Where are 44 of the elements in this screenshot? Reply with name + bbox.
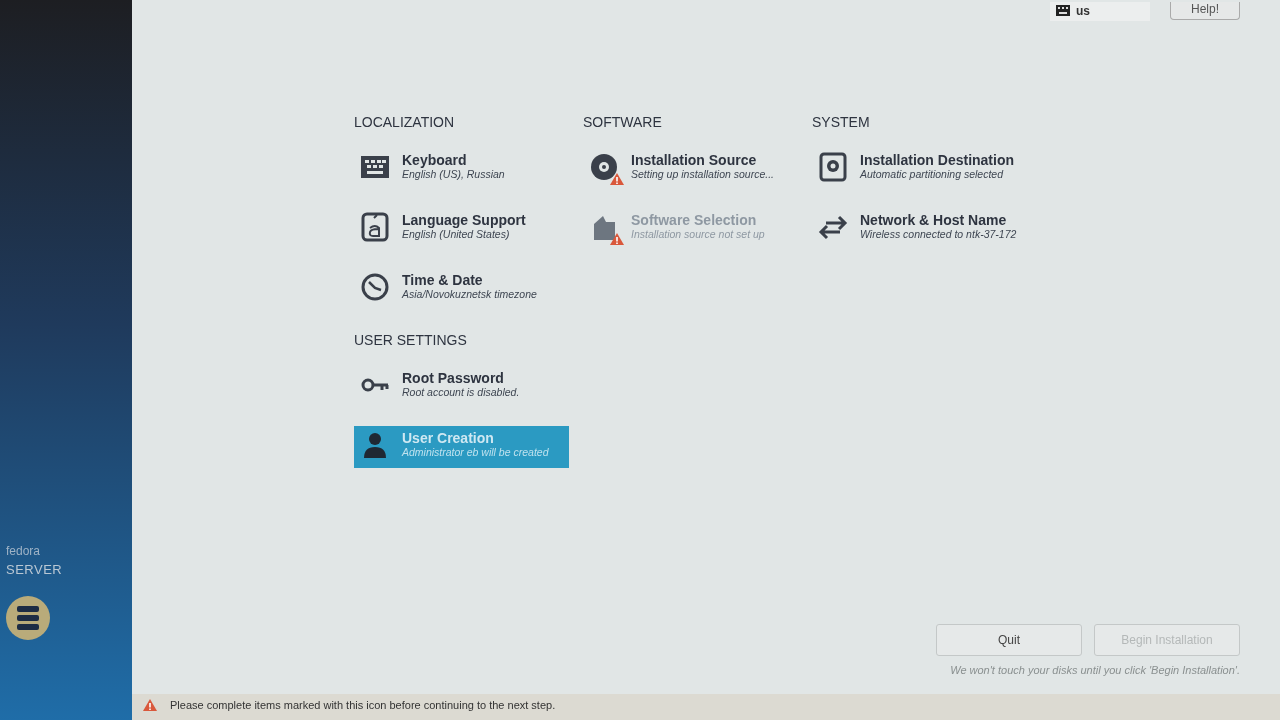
server-logo-icon	[6, 596, 50, 640]
spoke-status: English (United States)	[402, 228, 511, 240]
hub-spoke-button[interactable]: Installation Source Setting up installation source...	[583, 148, 798, 190]
section-heading: LOCALIZATION	[354, 114, 456, 130]
spoke-status: Setting up installation source...	[631, 168, 774, 180]
warning-icon	[142, 698, 158, 712]
hub-spoke-button[interactable]: Installation Destination Automatic partitioning selected	[812, 148, 1027, 190]
layout-label: us	[1075, 3, 1090, 18]
brand-name: fedora	[6, 545, 42, 557]
spoke-title: Software Selection	[631, 212, 758, 228]
spoke-title: User Creation	[402, 430, 495, 446]
hub-spoke-button[interactable]: Language Support English (United States)	[354, 208, 569, 250]
spoke-status: Installation source not set up	[631, 228, 765, 240]
spoke-status: Asia/Novokuznetsk timezone	[402, 288, 537, 300]
spoke-title: Root Password	[402, 370, 505, 386]
spoke-status: English (US), Russian	[402, 168, 505, 180]
clock-icon	[360, 272, 390, 302]
section-heading: USER SETTINGS	[354, 332, 468, 348]
section-heading: SOFTWARE	[583, 114, 663, 130]
keyboard-layout-indicator[interactable]: us	[1049, 1, 1150, 21]
spoke-title: Time & Date	[402, 272, 484, 288]
hub-spoke-button[interactable]: Time & Date Asia/Novokuznetsk timezone	[354, 268, 569, 310]
product-name: SERVER	[6, 563, 64, 576]
spoke-title: Keyboard	[402, 152, 468, 168]
spoke-title: Network & Host Name	[860, 212, 1008, 228]
keyboard-icon	[1055, 5, 1070, 16]
warning-message: Please complete items marked with this icon before continuing to the next step.	[170, 699, 556, 711]
spoke-title: Language Support	[402, 212, 526, 228]
section-heading: SYSTEM	[812, 114, 871, 130]
spoke-status: Automatic partitioning selected	[860, 168, 1005, 180]
spoke-status: Root account is disabled.	[402, 386, 520, 398]
spoke-title: Installation Destination	[860, 152, 1014, 168]
disc-icon	[589, 152, 619, 182]
action-button[interactable]: Quit	[936, 624, 1082, 656]
hub-spoke-button[interactable]: Keyboard English (US), Russian	[354, 148, 569, 190]
letter-icon	[360, 212, 390, 242]
disk-safety-note: We won't touch your disks until you click 'Begin Installation'.	[949, 663, 1241, 678]
spoke-title: Installation Source	[631, 152, 758, 168]
spoke-status: Wireless connected to ntk-37-172	[860, 228, 1017, 240]
hub-spoke-button[interactable]: Root Password Root account is disabled.	[354, 366, 569, 408]
help-button[interactable]: Help!	[1170, 2, 1240, 20]
hub-spoke-button[interactable]: Network & Host Name Wireless connected to ntk-37-172	[812, 208, 1027, 250]
drive-icon	[818, 152, 848, 182]
spoke-status: Administrator eb will be created	[402, 446, 549, 458]
